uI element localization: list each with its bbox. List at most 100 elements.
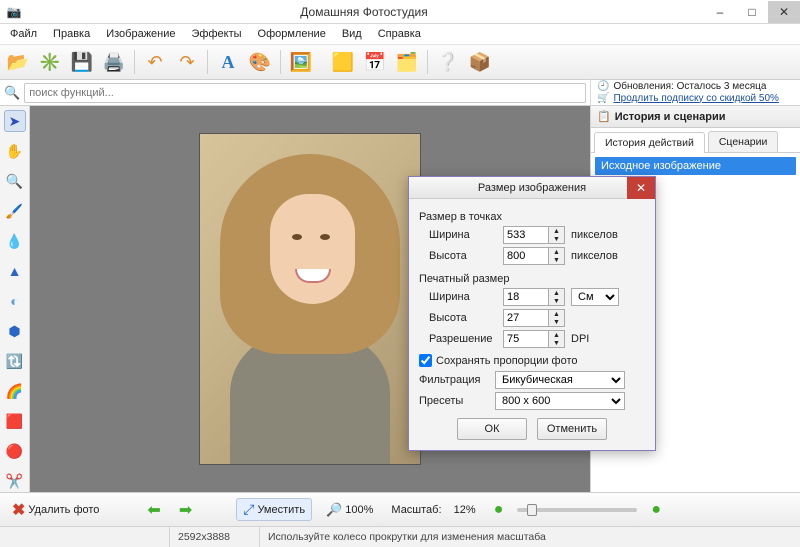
tab-history[interactable]: История действий xyxy=(594,132,705,153)
tool-tray: ➤ ✋ 🔍 🖌️ 💧 ▲ ◐ ⬢ 🔃 🌈 🟥 🔴 ✂️ xyxy=(0,106,30,492)
text-icon[interactable]: A xyxy=(214,48,242,76)
box-icon[interactable]: 📦 xyxy=(466,48,494,76)
unit-px: пикселов xyxy=(571,250,618,262)
resolution-input[interactable]: ▲▼ xyxy=(503,330,565,348)
list-item[interactable]: Исходное изображение xyxy=(595,157,796,175)
drop-tool-icon[interactable]: 💧 xyxy=(4,230,26,252)
brush-tool-icon[interactable]: 🖌️ xyxy=(4,200,26,222)
menu-effects[interactable]: Эффекты xyxy=(186,26,248,42)
height-px-input[interactable]: ▲▼ xyxy=(503,247,565,265)
delete-photo-button[interactable]: ✖Удалить фото xyxy=(8,498,103,522)
zoom-out-button[interactable]: ● xyxy=(490,499,508,521)
zoom-tool-icon[interactable]: 🔍 xyxy=(4,170,26,192)
crop-tool-icon[interactable]: ✂️ xyxy=(4,470,26,492)
width-px-input[interactable]: ▲▼ xyxy=(503,226,565,244)
save-icon[interactable]: 💾 xyxy=(68,48,96,76)
dialog-titlebar[interactable]: Размер изображения ✕ xyxy=(409,177,655,199)
pointer-tool-icon[interactable]: ➤ xyxy=(4,110,26,132)
hand-tool-icon[interactable]: ✋ xyxy=(4,140,26,162)
menu-image[interactable]: Изображение xyxy=(100,26,181,42)
help-icon[interactable]: ❔ xyxy=(434,48,462,76)
print-icon[interactable]: 🖨️ xyxy=(100,48,128,76)
spin-up-icon[interactable]: ▲ xyxy=(548,310,564,318)
menu-help[interactable]: Справка xyxy=(372,26,427,42)
spin-up-icon[interactable]: ▲ xyxy=(548,227,564,235)
cart-icon: 🛒 xyxy=(597,93,609,105)
panel-title: История и сценарии xyxy=(615,111,726,123)
window-title: Домашняя Фотостудия xyxy=(24,5,704,19)
preset-select[interactable]: 800 x 600 xyxy=(495,392,625,410)
spin-up-icon[interactable]: ▲ xyxy=(548,289,564,297)
menu-decoration[interactable]: Оформление xyxy=(252,26,332,42)
maximize-button[interactable]: □ xyxy=(736,1,768,23)
open-icon[interactable]: 📂 xyxy=(4,48,32,76)
zoom-slider[interactable] xyxy=(517,508,637,512)
fit-button[interactable]: ⤢Уместить xyxy=(236,498,312,521)
prev-button[interactable]: ⬅ xyxy=(143,498,164,522)
undo-icon[interactable]: ↶ xyxy=(141,48,169,76)
minimize-button[interactable]: – xyxy=(704,1,736,23)
resolution-label: Разрешение xyxy=(429,333,497,345)
spin-down-icon[interactable]: ▼ xyxy=(548,339,564,347)
next-button[interactable]: ➡ xyxy=(175,498,196,522)
spin-up-icon[interactable]: ▲ xyxy=(548,331,564,339)
menubar: Файл Правка Изображение Эффекты Оформлен… xyxy=(0,24,800,44)
dialog-close-button[interactable]: ✕ xyxy=(627,177,655,199)
filter-select[interactable]: Бикубическая xyxy=(495,371,625,389)
close-button[interactable]: ✕ xyxy=(768,1,800,23)
fit-label: Уместить xyxy=(257,504,305,516)
resize-dialog: Размер изображения ✕ Размер в точках Шир… xyxy=(408,176,656,451)
redo-icon[interactable]: ↷ xyxy=(173,48,201,76)
width-cm-input[interactable]: ▲▼ xyxy=(503,288,565,306)
status-bar: 2592x3888 Используйте колесо прокрутки д… xyxy=(0,526,800,547)
adjust-tool-icon[interactable]: 🔴 xyxy=(4,440,26,462)
frames-icon[interactable]: 🟨 xyxy=(329,48,357,76)
x-icon: ✖ xyxy=(12,500,25,520)
spin-down-icon[interactable]: ▼ xyxy=(548,235,564,243)
menu-edit[interactable]: Правка xyxy=(47,26,96,42)
shape-tool-icon[interactable]: ▲ xyxy=(4,260,26,282)
tab-scripts[interactable]: Сценарии xyxy=(708,131,779,152)
separator xyxy=(280,50,281,74)
cancel-button[interactable]: Отменить xyxy=(537,418,607,440)
height-cm-input[interactable]: ▲▼ xyxy=(503,309,565,327)
spin-down-icon[interactable]: ▼ xyxy=(548,318,564,326)
width-px-label: Ширина xyxy=(429,229,497,241)
unit-cm-select[interactable]: См xyxy=(571,288,619,306)
filter-label: Фильтрация xyxy=(419,374,489,386)
spin-up-icon[interactable]: ▲ xyxy=(548,248,564,256)
calendar-icon[interactable]: 📅 xyxy=(361,48,389,76)
zoom-100-button[interactable]: 🔎100% xyxy=(322,500,377,520)
renew-link[interactable]: Продлить подписку со скидкой 50% xyxy=(613,93,778,105)
palette-icon[interactable]: 🎨 xyxy=(246,48,274,76)
magnifier-icon: 🔎 xyxy=(326,502,342,518)
menu-view[interactable]: Вид xyxy=(336,26,368,42)
spin-down-icon[interactable]: ▼ xyxy=(548,297,564,305)
keep-aspect-input[interactable] xyxy=(419,354,432,367)
radial-tool-icon[interactable]: 🌈 xyxy=(4,380,26,402)
search-input[interactable] xyxy=(24,83,586,103)
dialog-title: Размер изображения xyxy=(478,182,586,194)
titlebar: 📷 Домашняя Фотостудия – □ ✕ xyxy=(0,0,800,24)
ok-button[interactable]: ОК xyxy=(457,418,527,440)
stamp-tool-icon[interactable]: ⬢ xyxy=(4,320,26,342)
slider-thumb[interactable] xyxy=(527,504,537,516)
width-cm-label: Ширина xyxy=(429,291,497,303)
zoom-in-button[interactable]: ● xyxy=(647,499,665,521)
clock-icon: 🕘 xyxy=(597,81,609,93)
scale-label: Масштаб: 12% xyxy=(387,502,479,518)
window-buttons: – □ ✕ xyxy=(704,1,800,23)
blur-tool-icon[interactable]: ◐ xyxy=(4,290,26,312)
menu-file[interactable]: Файл xyxy=(4,26,43,42)
catalog-icon[interactable]: ✳️ xyxy=(36,48,64,76)
keep-aspect-checkbox[interactable]: Сохранять пропорции фото xyxy=(419,354,645,367)
swap-tool-icon[interactable]: 🔃 xyxy=(4,350,26,372)
spin-down-icon[interactable]: ▼ xyxy=(548,256,564,264)
collage-icon[interactable]: 🗂️ xyxy=(393,48,421,76)
height-px-label: Высота xyxy=(429,250,497,262)
panel-header: 📋 История и сценарии xyxy=(591,106,800,128)
effect-tool-icon[interactable]: 🟥 xyxy=(4,410,26,432)
app-icon: 📷 xyxy=(4,2,24,22)
effects-icon[interactable]: 🖼️ xyxy=(287,48,315,76)
bottom-bar: ✖Удалить фото ⬅ ➡ ⤢Уместить 🔎100% Масшта… xyxy=(0,492,800,526)
